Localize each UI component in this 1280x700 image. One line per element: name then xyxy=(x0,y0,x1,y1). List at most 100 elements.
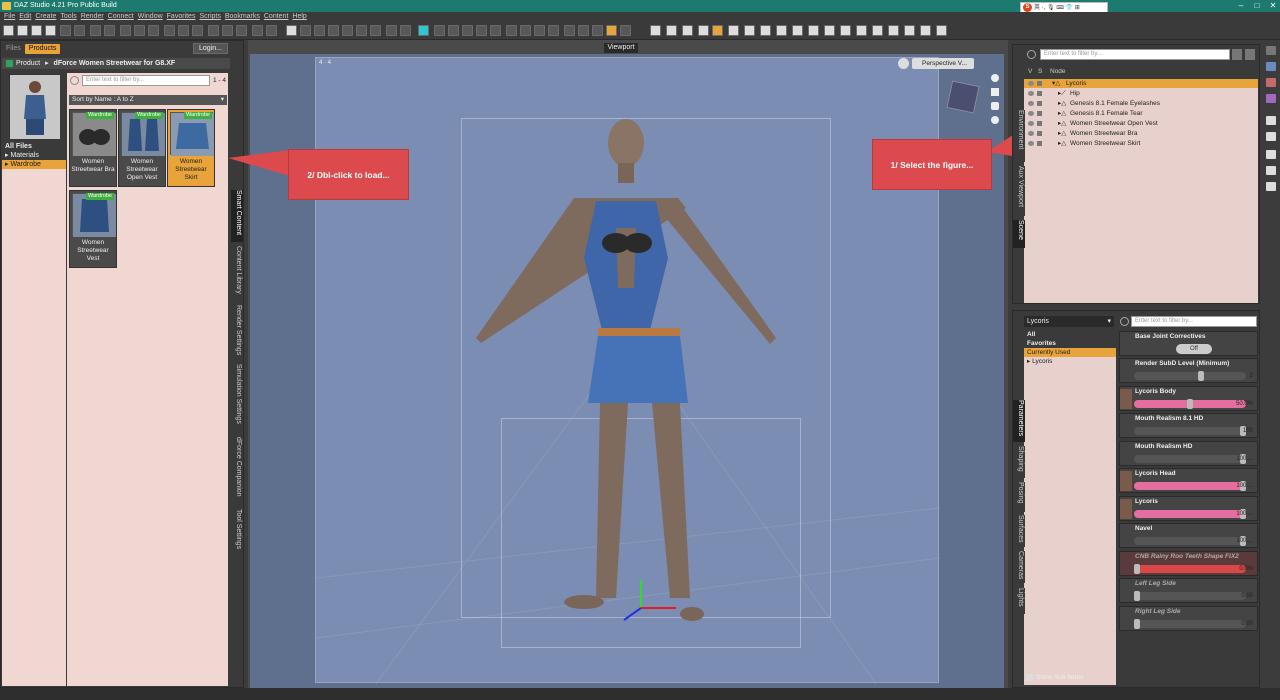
tool-strip-5-icon[interactable] xyxy=(1266,116,1276,125)
close-button[interactable]: ✕ xyxy=(1264,0,1280,12)
spot-render-icon[interactable] xyxy=(328,25,339,36)
iray-icon[interactable] xyxy=(314,25,325,36)
param-value[interactable]: 100.... xyxy=(1236,455,1253,463)
group-all[interactable]: All xyxy=(1024,330,1116,339)
tab-products[interactable]: Products xyxy=(24,44,61,54)
group-lycoris[interactable]: ▸ Lycoris xyxy=(1024,357,1116,366)
breadcrumb-root[interactable]: Product xyxy=(16,60,40,67)
tool-j-icon[interactable] xyxy=(872,25,883,36)
eye-icon[interactable] xyxy=(1028,141,1034,146)
eye-icon[interactable] xyxy=(1028,121,1034,126)
tab-environment[interactable]: Environment xyxy=(1013,110,1025,162)
tool-strip-7-icon[interactable] xyxy=(1266,150,1276,159)
param-teeth-shape[interactable]: CNB Rainy Roo Teeth Shape FIX2 0.0% xyxy=(1119,551,1258,576)
slider-track[interactable] xyxy=(1134,372,1246,380)
scene-row-lycoris[interactable]: ▾△ Lycoris xyxy=(1024,79,1258,88)
tab-simulation-settings[interactable]: Simulation Settings xyxy=(231,364,243,430)
content-card-bra[interactable]: Wardrobe Women Streetwear Bra xyxy=(69,109,117,187)
param-lycoris-body[interactable]: Lycoris Body 50.0% xyxy=(1119,386,1258,411)
select-icon[interactable] xyxy=(1037,101,1042,106)
menu-render[interactable]: Render xyxy=(81,12,104,22)
param-lycoris[interactable]: Lycoris 100.... xyxy=(1119,496,1258,521)
tool-m-icon[interactable] xyxy=(920,25,931,36)
param-value[interactable]: 50.0% xyxy=(1236,400,1253,408)
param-right-leg-side[interactable]: Right Leg Side 0.00 xyxy=(1119,606,1258,631)
slider-track[interactable] xyxy=(1134,620,1246,628)
slider-track[interactable] xyxy=(1134,565,1246,573)
scene-row-bra[interactable]: ▸△ Women Streetwear Bra xyxy=(1024,129,1258,138)
scene-row-skirt[interactable]: ▸△ Women Streetwear Skirt xyxy=(1024,139,1258,148)
sort-dropdown[interactable]: Sort by Name : A to Z ▾ xyxy=(69,95,227,105)
menu-edit[interactable]: Edit xyxy=(19,12,31,22)
menu-file[interactable]: File xyxy=(4,12,15,22)
param-value[interactable]: 100 xyxy=(1243,427,1253,435)
tree-wardrobe[interactable]: ▸ Wardrobe xyxy=(2,160,66,169)
content-4-icon[interactable] xyxy=(476,25,487,36)
dforce-5-icon[interactable] xyxy=(712,25,723,36)
eye-icon[interactable] xyxy=(1028,101,1034,106)
tab-cameras[interactable]: Cameras xyxy=(1013,551,1025,583)
notes-icon[interactable] xyxy=(606,25,617,36)
scene-row-open-vest[interactable]: ▸△ Women Streetwear Open Vest xyxy=(1024,119,1258,128)
tool-strip-6-icon[interactable] xyxy=(1266,132,1276,141)
content-8-icon[interactable] xyxy=(534,25,545,36)
menu-create[interactable]: Create xyxy=(35,12,56,22)
sim-icon[interactable] xyxy=(342,25,353,36)
geometry-icon[interactable] xyxy=(370,25,381,36)
group-currently-used[interactable]: Currently Used xyxy=(1024,348,1116,357)
copy-icon[interactable] xyxy=(134,25,145,36)
param-value[interactable]: 100.... xyxy=(1236,537,1253,545)
scene-filter-input[interactable]: Enter text to filter by... xyxy=(1040,49,1230,60)
param-value[interactable]: 0.0% xyxy=(1239,565,1253,573)
menu-window[interactable]: Window xyxy=(138,12,163,22)
save-as-icon[interactable] xyxy=(60,25,71,36)
content-10-icon[interactable] xyxy=(564,25,575,36)
slider-knob[interactable] xyxy=(1134,591,1140,601)
figure-2-icon[interactable] xyxy=(400,25,411,36)
open-icon[interactable] xyxy=(17,25,28,36)
login-button[interactable]: Login... xyxy=(193,43,228,54)
show-sub-items-checkbox[interactable]: Show Sub Items xyxy=(1026,674,1083,681)
save-icon[interactable] xyxy=(45,25,56,36)
tab-posing[interactable]: Posing xyxy=(1013,482,1025,512)
tab-shaping[interactable]: Shaping xyxy=(1013,446,1025,478)
tool-l-icon[interactable] xyxy=(904,25,915,36)
content-5-icon[interactable] xyxy=(490,25,501,36)
content-6-icon[interactable] xyxy=(506,25,517,36)
slider-knob[interactable] xyxy=(1134,619,1140,629)
select-icon[interactable] xyxy=(1037,81,1042,86)
tool-e-icon[interactable] xyxy=(792,25,803,36)
tab-aux-viewport[interactable]: Aux Viewport xyxy=(1013,166,1025,216)
script-icon[interactable] xyxy=(620,25,631,36)
surface-tool-icon[interactable] xyxy=(266,25,277,36)
menu-tools[interactable]: Tools xyxy=(60,12,76,22)
tree-materials[interactable]: ▸ Materials xyxy=(2,151,66,160)
figure-1-icon[interactable] xyxy=(386,25,397,36)
render-window-icon[interactable] xyxy=(300,25,311,36)
param-value[interactable]: 100.... xyxy=(1236,510,1253,518)
slider-track[interactable] xyxy=(1134,510,1246,518)
tab-tool-settings[interactable]: Tool Settings xyxy=(231,509,243,557)
joint-editor-icon[interactable] xyxy=(236,25,247,36)
tool-strip-3-icon[interactable] xyxy=(1266,78,1276,87)
select-icon[interactable] xyxy=(1037,111,1042,116)
slider-track[interactable] xyxy=(1134,592,1246,600)
param-value[interactable]: 0.00 xyxy=(1241,620,1253,628)
menu-favorites[interactable]: Favorites xyxy=(167,12,196,22)
tool-f-icon[interactable] xyxy=(808,25,819,36)
scene-row-hip[interactable]: ▸⟋ Hip xyxy=(1024,89,1258,98)
param-navel[interactable]: Navel 100.... xyxy=(1119,523,1258,548)
scene-row-eyelashes[interactable]: ▸△ Genesis 8.1 Female Eyelashes xyxy=(1024,99,1258,108)
param-base-joint-correctives[interactable]: Base Joint Correctives Off xyxy=(1119,331,1258,356)
tool-h-icon[interactable] xyxy=(840,25,851,36)
node-selection-icon[interactable] xyxy=(164,25,175,36)
tool-b-icon[interactable] xyxy=(744,25,755,36)
eye-icon[interactable] xyxy=(1028,111,1034,116)
tab-content-library[interactable]: Content Library xyxy=(231,246,243,298)
tool-k-icon[interactable] xyxy=(888,25,899,36)
paste-icon[interactable] xyxy=(148,25,159,36)
figure-dropdown[interactable]: Lycoris ▾ xyxy=(1024,316,1114,327)
save-subset-icon[interactable] xyxy=(74,25,85,36)
tab-scene[interactable]: Scene xyxy=(1013,220,1025,248)
dforce-icon[interactable] xyxy=(650,25,661,36)
